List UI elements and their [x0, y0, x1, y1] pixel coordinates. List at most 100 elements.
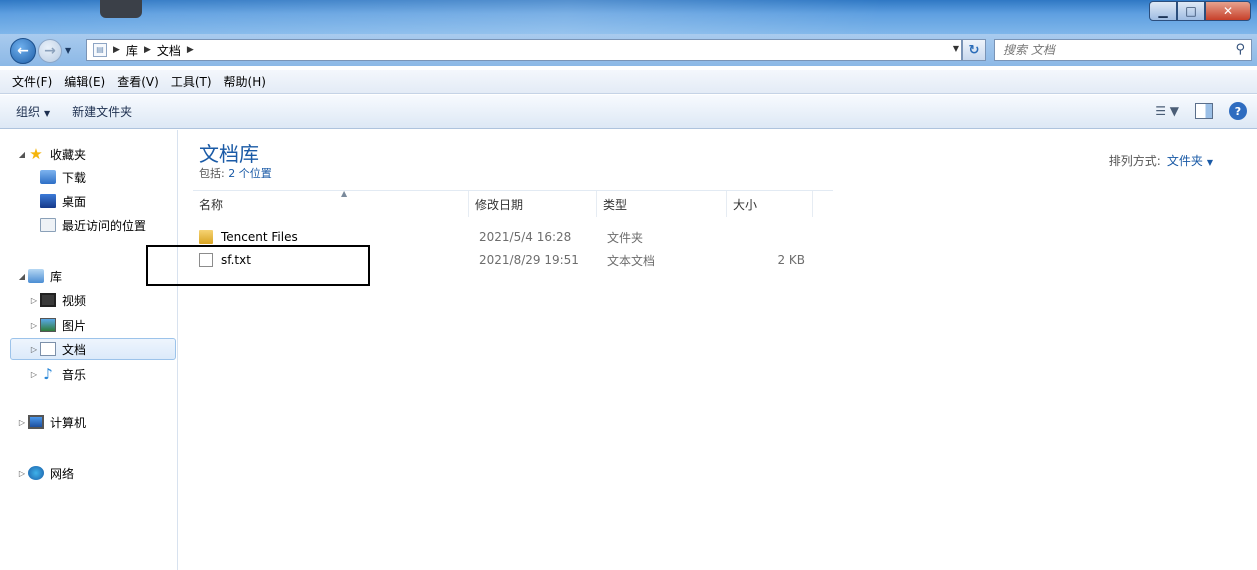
file-type: 文件夹: [607, 230, 644, 245]
nav-label: 收藏夹: [50, 147, 87, 162]
nav-label: 桌面: [62, 194, 87, 209]
computer-icon: [28, 415, 44, 429]
menu-view[interactable]: 查看(V): [111, 73, 165, 90]
back-button[interactable]: ←: [10, 38, 36, 64]
nav-item-downloads[interactable]: 下载: [28, 166, 86, 188]
window-controls: ▁ □ ✕: [1149, 1, 1251, 21]
column-name[interactable]: 名称: [193, 191, 469, 217]
includes-locations-link[interactable]: 2 个位置: [228, 167, 272, 180]
menu-edit[interactable]: 编辑(E): [58, 73, 111, 90]
highlight-rectangle: [146, 245, 370, 286]
nav-label: 图片: [62, 318, 87, 333]
nav-item-videos[interactable]: ▷ 视频: [28, 289, 86, 311]
refresh-button[interactable]: ↻: [962, 39, 986, 61]
file-size: 2 KB: [777, 253, 805, 267]
nav-item-pictures[interactable]: ▷ 图片: [28, 314, 86, 336]
search-box[interactable]: ⚲: [994, 39, 1252, 61]
collapsed-arrow-icon[interactable]: ▷: [16, 418, 28, 427]
nav-item-music[interactable]: ▷ ♪ 音乐: [28, 363, 86, 385]
arrange-label: 排列方式:: [1108, 154, 1161, 168]
documents-icon: [40, 342, 56, 356]
nav-label: 文档: [62, 342, 87, 357]
change-view-icon[interactable]: ☰ ▼: [1155, 104, 1179, 118]
recent-places-icon: [40, 218, 56, 232]
column-type[interactable]: 类型: [597, 191, 727, 217]
address-dropdown-icon[interactable]: ▼: [953, 44, 959, 53]
search-icon[interactable]: ⚲: [1235, 42, 1245, 57]
column-header: ▲ 名称 修改日期 类型 大小: [193, 189, 833, 217]
nav-label: 下载: [62, 170, 87, 185]
help-icon[interactable]: ?: [1229, 102, 1247, 120]
arrange-by-dropdown[interactable]: 文件夹: [1167, 154, 1203, 168]
title-bar-glass: [0, 0, 1257, 34]
column-date-modified[interactable]: 修改日期: [469, 191, 597, 217]
column-size[interactable]: 大小: [727, 191, 813, 217]
folder-icon: [199, 230, 213, 244]
address-row: ← → ▼ ▤ ▶ 库 ▶ 文档 ▶ ▼ ↻ ⚲: [0, 34, 1257, 66]
nav-label: 库: [50, 269, 63, 284]
library-includes: 包括: 2 个位置: [199, 165, 272, 181]
command-bar: 组织 ▼ 新建文件夹 ☰ ▼ ?: [0, 95, 1257, 129]
chevron-down-icon: ▼: [44, 109, 51, 118]
videos-icon: [40, 293, 56, 307]
menu-tools[interactable]: 工具(T): [165, 73, 218, 90]
breadcrumb-separator-icon[interactable]: ▶: [113, 45, 120, 55]
preview-pane-icon[interactable]: [1195, 103, 1213, 119]
desktop-icon: [40, 194, 56, 208]
forward-button[interactable]: →: [38, 39, 62, 63]
breadcrumb-documents[interactable]: 文档: [157, 42, 181, 59]
app-thumbnail-icon: [100, 0, 142, 18]
collapsed-arrow-icon[interactable]: ▷: [28, 321, 40, 330]
collapsed-arrow-icon[interactable]: ▷: [28, 370, 40, 379]
minimize-button[interactable]: ▁: [1149, 1, 1177, 21]
navigation-pane: ◢ ★ 收藏夹 下载 桌面 最近访问的位置 ◢ 库 ▷ 视频 ▷ 图片 ▷ 文档…: [0, 130, 178, 570]
nav-item-desktop[interactable]: 桌面: [28, 190, 86, 212]
nav-item-computer[interactable]: ▷ 计算机: [16, 411, 86, 433]
nav-label: 最近访问的位置: [62, 218, 147, 233]
history-dropdown-icon[interactable]: ▼: [65, 46, 71, 55]
network-icon: [28, 466, 44, 480]
view-tools: ☰ ▼ ?: [1155, 102, 1247, 120]
file-name-text: Tencent Files: [221, 230, 298, 244]
organize-label: 组织: [16, 105, 41, 119]
breadcrumb-separator-icon[interactable]: ▶: [144, 45, 151, 55]
menu-file[interactable]: 文件(F): [6, 73, 58, 90]
nav-item-documents[interactable]: ▷ 文档: [10, 338, 176, 360]
libraries-icon: [28, 269, 44, 283]
collapsed-arrow-icon[interactable]: ▷: [28, 296, 40, 305]
file-modified: 2021/8/29 19:51: [479, 253, 579, 267]
file-modified: 2021/5/4 16:28: [479, 230, 572, 244]
breadcrumb-libraries[interactable]: 库: [126, 42, 138, 59]
maximize-button[interactable]: □: [1177, 1, 1205, 21]
file-size: [753, 226, 805, 248]
nav-label: 计算机: [50, 415, 87, 430]
breadcrumb-separator-icon[interactable]: ▶: [187, 45, 194, 55]
search-input[interactable]: [995, 40, 1215, 60]
downloads-icon: [40, 170, 56, 184]
expanded-arrow-icon[interactable]: ◢: [16, 272, 28, 281]
collapsed-arrow-icon[interactable]: ▷: [28, 345, 40, 354]
collapsed-arrow-icon[interactable]: ▷: [16, 469, 28, 478]
nav-label: 视频: [62, 293, 87, 308]
chevron-down-icon[interactable]: ▼: [1207, 158, 1213, 167]
nav-label: 音乐: [62, 367, 87, 382]
star-icon: ★: [29, 145, 43, 163]
menu-help[interactable]: 帮助(H): [218, 73, 272, 90]
pictures-icon: [40, 318, 56, 332]
file-list-pane: 文档库 包括: 2 个位置 排列方式: 文件夹 ▼ ▲ 名称 修改日期 类型 大小 …: [179, 130, 1257, 570]
arrange-by: 排列方式: 文件夹 ▼: [1109, 152, 1213, 169]
file-type: 文本文档: [607, 253, 656, 268]
library-location-icon: ▤: [93, 43, 107, 57]
nav-item-libraries[interactable]: ◢ 库: [16, 265, 62, 287]
close-button[interactable]: ✕: [1205, 1, 1251, 21]
address-bar[interactable]: ▤ ▶ 库 ▶ 文档 ▶ ▼: [86, 39, 962, 61]
includes-label: 包括:: [199, 167, 225, 180]
nav-item-network[interactable]: ▷ 网络: [16, 462, 74, 484]
new-folder-button[interactable]: 新建文件夹: [72, 103, 132, 120]
organize-button[interactable]: 组织 ▼: [16, 103, 50, 120]
nav-item-favorites[interactable]: ◢ ★ 收藏夹: [16, 143, 86, 165]
menu-bar: 文件(F) 编辑(E) 查看(V) 工具(T) 帮助(H): [0, 70, 1257, 94]
expanded-arrow-icon[interactable]: ◢: [16, 150, 28, 159]
nav-item-recent-places[interactable]: 最近访问的位置: [28, 214, 146, 236]
title-bar: ▁ □ ✕: [0, 0, 1257, 34]
